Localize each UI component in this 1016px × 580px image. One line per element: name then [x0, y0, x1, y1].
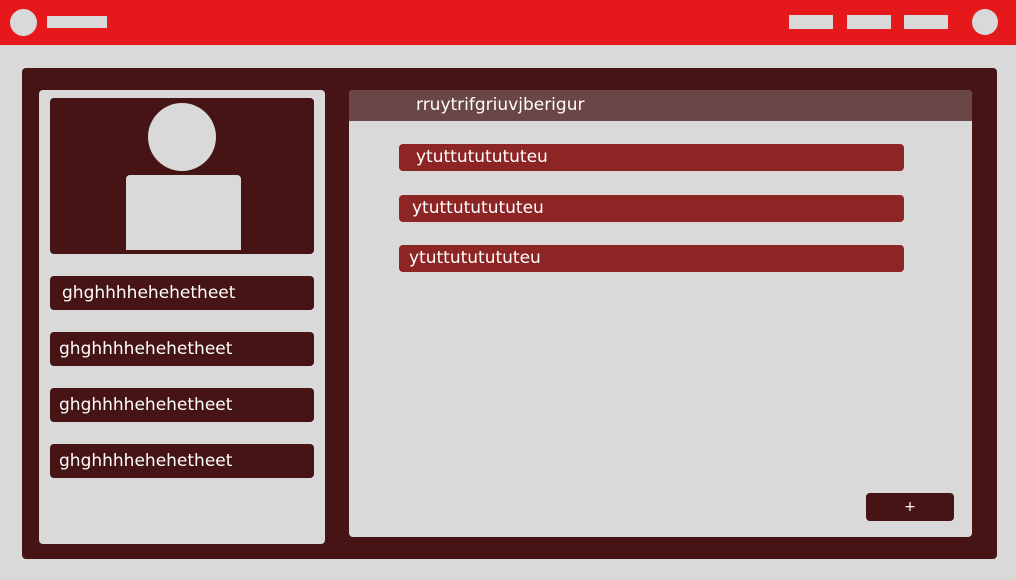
sidebar-item-1[interactable]: ghghhhhehehetheet [50, 276, 314, 310]
content-item-1[interactable]: ytuttututututeu [399, 144, 904, 171]
logo-icon[interactable] [10, 9, 37, 36]
nav-item-3[interactable] [904, 15, 948, 29]
content-item-label: ytuttututututeu [416, 147, 548, 167]
profile-picture [50, 98, 314, 254]
sidebar-item-label: ghghhhhehehetheet [59, 395, 233, 415]
sidebar-item-2[interactable]: ghghhhhehehetheet [50, 332, 314, 366]
app-title-placeholder [47, 16, 107, 28]
content-item-label: ytuttututututeu [412, 198, 544, 218]
add-button[interactable]: + [866, 493, 954, 521]
nav-item-2[interactable] [847, 15, 891, 29]
user-avatar-icon[interactable] [972, 9, 998, 35]
sidebar-item-4[interactable]: ghghhhhehehetheet [50, 444, 314, 478]
sidebar-item-label: ghghhhhehehetheet [59, 451, 233, 471]
nav-item-1[interactable] [789, 15, 833, 29]
sidebar-item-label: ghghhhhehehetheet [59, 339, 233, 359]
content-header: rruytrifgriuvjberigur [349, 90, 972, 121]
content-item-3[interactable]: ytuttututututeu [399, 245, 904, 272]
content-item-label: ytuttututututeu [409, 248, 541, 268]
content-title: rruytrifgriuvjberigur [416, 95, 585, 115]
content-item-2[interactable]: ytuttututututeu [399, 195, 904, 222]
top-navigation-bar [0, 0, 1016, 45]
user-body-icon [126, 175, 241, 250]
sidebar-item-label: ghghhhhehehetheet [62, 283, 236, 303]
sidebar-item-3[interactable]: ghghhhhehehetheet [50, 388, 314, 422]
user-head-icon [148, 103, 216, 171]
